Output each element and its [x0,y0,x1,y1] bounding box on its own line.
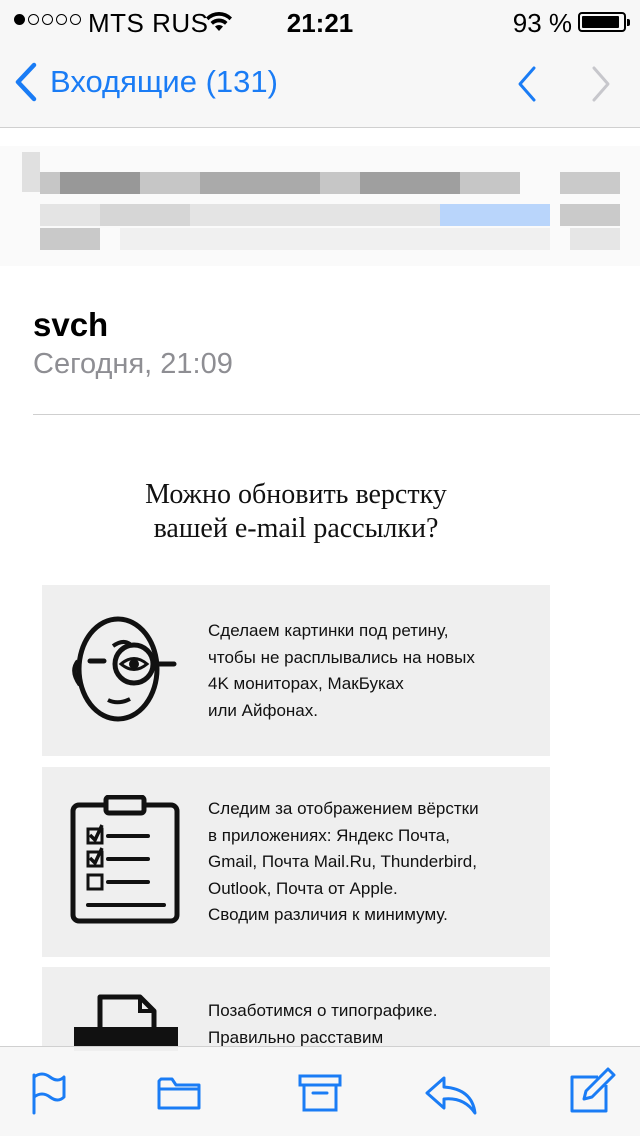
feature-text-retina: Сделаем картинки под ретину, чтобы не ра… [208,621,475,720]
back-to-inbox-button[interactable]: Входящие (131) [14,62,278,102]
next-message-button[interactable] [590,64,612,104]
back-button-label: Входящие (131) [50,64,278,99]
chevron-left-icon [15,62,37,102]
feature-card-clients: Следим за отображением вёрстки в приложе… [42,767,550,957]
archive-icon[interactable] [298,1073,342,1113]
compose-icon[interactable] [568,1067,616,1115]
flag-icon[interactable] [30,1071,68,1115]
message-date: Сегодня, 21:09 [33,348,233,380]
battery-icon [578,12,630,32]
reply-icon[interactable] [424,1075,478,1115]
printer-icon [74,994,178,1051]
navigation-bar: Входящие (131) [0,40,640,128]
status-bar: MTS RUS 21:21 93 % [0,0,640,40]
header-divider [33,414,640,415]
bottom-toolbar [0,1046,640,1136]
sender-name: svch [33,306,109,343]
feature-text-typography: Позаботимся о типографике. Правильно рас… [208,1001,438,1047]
previous-message-button[interactable] [516,64,538,104]
blurred-preview [0,128,640,288]
battery-percent: 93 % [512,8,572,38]
feature-text-clients: Следим за отображением вёрстки в приложе… [208,799,479,924]
feature-card-typography: Позаботимся о типографике. Правильно рас… [42,967,550,1057]
retina-eye-icon [72,616,177,722]
feature-card-retina: Сделаем картинки под ретину, чтобы не ра… [42,585,550,756]
clipboard-checklist-icon [70,795,180,924]
email-headline: Можно обновить верстку вашей e-mail расс… [145,479,447,544]
folder-icon[interactable] [156,1075,202,1111]
